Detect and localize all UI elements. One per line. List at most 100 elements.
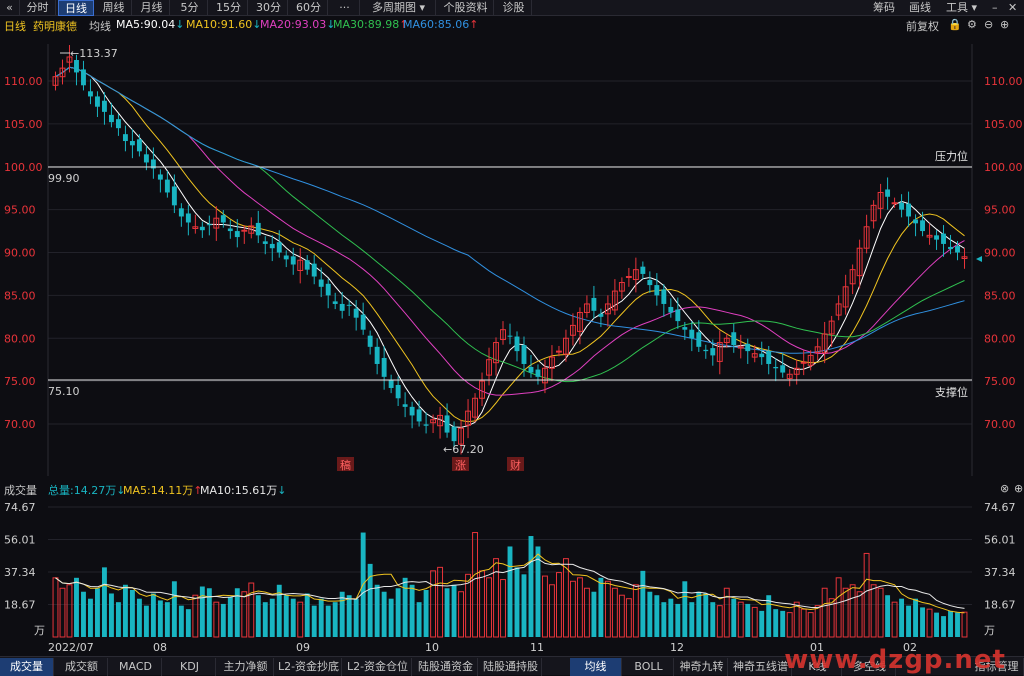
ma5-line (56, 67, 965, 427)
support-label: 支撑位 (935, 385, 968, 399)
candle (368, 331, 373, 355)
tab-nine[interactable]: 神奇九转 (676, 658, 728, 676)
ma5-value: MA5:90.04↓ (116, 18, 184, 31)
lock-icon[interactable]: 🔒 (948, 18, 962, 31)
toolbar: « 分时 日线 周线 月线 5分 15分 30分 60分 ··· 多周期图 ▾ … (0, 0, 1024, 16)
candle (640, 262, 645, 280)
tab-weekly[interactable]: 周线 (96, 0, 132, 16)
tab-macd[interactable]: MACD (110, 658, 162, 676)
volume-bar (759, 611, 764, 637)
ma-lines (56, 67, 965, 427)
volume-bar (591, 592, 596, 637)
candle (417, 401, 422, 427)
volume-bar (347, 595, 352, 637)
volume-bar (354, 599, 359, 637)
adjust-button[interactable]: 前复权 (906, 18, 939, 34)
ma10-text: MA10:91.60 (186, 18, 252, 31)
add-volume-icon[interactable]: ⊕ (1014, 482, 1023, 495)
tab-hk-flow[interactable]: 陆股通资金 (414, 658, 478, 676)
volume-ma10: MA10:15.61万↓ (200, 482, 286, 498)
candle (501, 321, 506, 345)
volume-bar (550, 585, 555, 637)
multi-period-dropdown[interactable]: 多周期图 ▾ (362, 0, 436, 16)
close-icon[interactable]: ✕ (1008, 0, 1017, 16)
tab-15min[interactable]: 15分 (210, 0, 248, 16)
chips-button[interactable]: 筹码 (873, 0, 895, 16)
price-tick-right: 85.00 (984, 289, 1016, 302)
tab-volume[interactable]: 成交量 (0, 658, 54, 676)
diagnose-button[interactable]: 诊股 (496, 0, 532, 16)
date-tick: 10 (425, 641, 439, 654)
close-volume-icon[interactable]: ⊗ (1000, 482, 1009, 495)
candle (326, 279, 331, 309)
zoom-in-icon[interactable]: ⊕ (1000, 18, 1009, 31)
tab-boll[interactable]: BOLL (624, 658, 674, 676)
price-tick-left: 75.00 (4, 375, 36, 388)
candle (508, 324, 513, 345)
volume-bar (151, 593, 156, 637)
candle (759, 342, 764, 365)
tab-monthly[interactable]: 月线 (134, 0, 170, 16)
price-tick-right: 90.00 (984, 247, 1016, 260)
candle (263, 236, 268, 254)
tab-ma[interactable]: 均线 (570, 658, 622, 676)
settings-icon[interactable]: ⚙ (967, 18, 977, 31)
candle (172, 174, 177, 213)
volume-chart[interactable]: 74.6774.6756.0156.0137.3437.3418.6718.67… (0, 498, 1024, 656)
tab-kdj[interactable]: KDJ (164, 658, 216, 676)
back-icon[interactable]: « (0, 0, 20, 16)
minimize-icon[interactable]: – (992, 0, 998, 16)
draw-button[interactable]: 画线 (909, 0, 931, 16)
candle (703, 345, 708, 359)
tab-60min[interactable]: 60分 (290, 0, 328, 16)
volume-bar (647, 592, 652, 637)
zoom-out-icon[interactable]: ⊖ (984, 18, 993, 31)
stock-profile-button[interactable]: 个股资料 (438, 0, 494, 16)
candle (235, 219, 240, 247)
volume-bar (172, 581, 177, 637)
tab-l2-bottom[interactable]: L2-资金抄底 (276, 658, 342, 676)
volume-bar (130, 590, 135, 637)
ma60-text: MA60:85.06 (403, 18, 469, 31)
candle (591, 286, 596, 319)
volume-bar (529, 536, 534, 637)
kline-chart[interactable]: 110.00110.00105.00105.00100.00100.0095.0… (0, 34, 1024, 484)
arrow-down-icon: ↓ (175, 18, 184, 31)
volume-bar (857, 592, 862, 637)
tab-5min[interactable]: 5分 (172, 0, 208, 16)
candle (934, 230, 939, 250)
volume-bar (410, 585, 415, 637)
tab-main-net[interactable]: 主力净额 (218, 658, 274, 676)
tab-l2-position[interactable]: L2-资金仓位 (344, 658, 412, 676)
volume-bar (319, 599, 324, 637)
volume-bar (109, 593, 114, 637)
tab-daily[interactable]: 日线 (58, 0, 94, 16)
volume-bar (137, 599, 142, 637)
candle (927, 223, 932, 244)
volume-bar (850, 585, 855, 637)
volume-bar (473, 533, 478, 637)
volume-bar (515, 567, 520, 637)
volume-bar (186, 609, 191, 637)
volume-bar (116, 602, 121, 637)
volume-bar (864, 553, 869, 637)
volume-bar (689, 602, 694, 637)
candle (696, 320, 701, 352)
volume-bar (480, 571, 485, 637)
more-periods-button[interactable]: ··· (330, 0, 360, 16)
candle (305, 255, 310, 275)
volume-bar (102, 567, 107, 637)
volume-bar (228, 597, 233, 637)
tab-30min[interactable]: 30分 (250, 0, 288, 16)
tab-hk-holding[interactable]: 陆股通持股 (480, 658, 542, 676)
volume-bar (207, 588, 212, 637)
tools-dropdown[interactable]: 工具 ▾ (946, 0, 977, 16)
candle (550, 345, 555, 381)
candle (312, 255, 317, 284)
tab-fenshi[interactable]: 分时 (20, 0, 56, 16)
tab-turnover[interactable]: 成交额 (56, 658, 108, 676)
candle (95, 91, 100, 117)
price-tick-right: 80.00 (984, 332, 1016, 345)
price-tick-left: 80.00 (4, 332, 36, 345)
tab-five-lines[interactable]: 神奇五线谱 (730, 658, 792, 676)
